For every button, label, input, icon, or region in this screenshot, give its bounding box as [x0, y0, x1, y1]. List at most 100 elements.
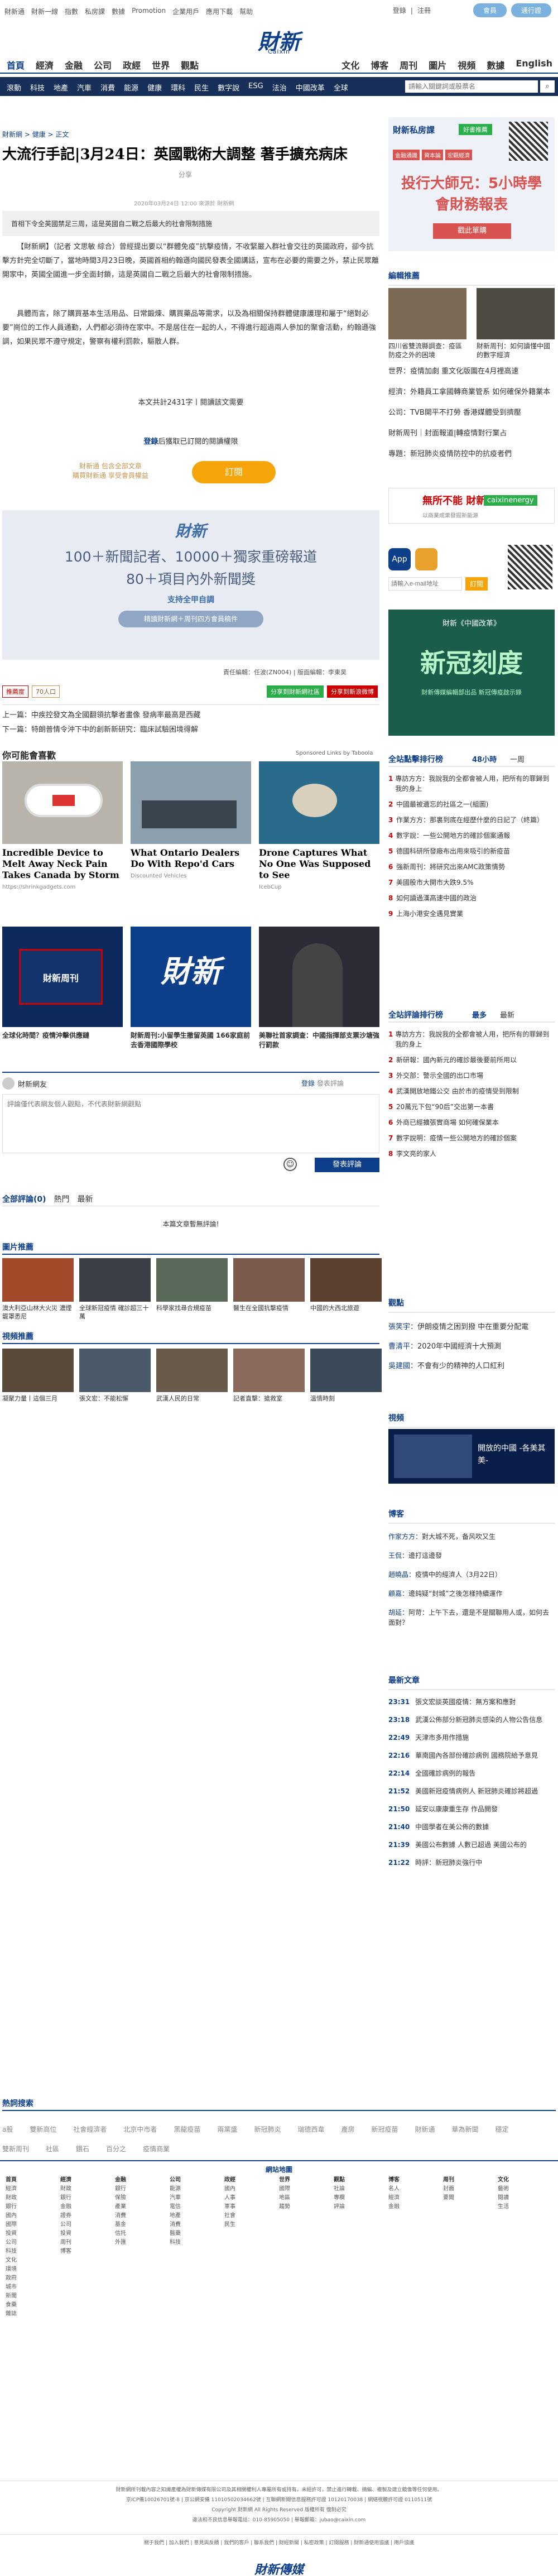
passport-button[interactable]: 通行證: [511, 3, 551, 17]
subnav-item[interactable]: 全球: [334, 82, 348, 93]
email-input[interactable]: [388, 577, 462, 591]
nav-item[interactable]: 觀點: [181, 58, 199, 71]
email-subscribe-button[interactable]: 訂閱: [465, 577, 488, 591]
footer-link[interactable]: 私密政策: [304, 2540, 324, 2546]
latest-item[interactable]: 22:16 華南國內各部份確診病例 國務院給予意見: [388, 1750, 555, 1760]
tab-new[interactable]: 最新: [78, 1193, 93, 1205]
subnav-item[interactable]: 環科: [171, 82, 185, 93]
hot-word[interactable]: 兩黨盛: [217, 2120, 237, 2139]
next-article[interactable]: 下一篇：特朗普情令沖下中的創新新研究：臨床試驗困境得解: [2, 723, 379, 734]
sitemap-link[interactable]: 投資: [6, 2229, 17, 2238]
app-ad[interactable]: 無所不能 財新網 caixinenergy 以商業成果發掘新能源: [388, 488, 555, 524]
hot-word[interactable]: 瑞德西韋: [297, 2120, 324, 2139]
prev-article[interactable]: 上一篇：中疾控發文為全國翻領抗擊者畫像 發病率最高是西藏: [2, 709, 379, 719]
editor-pick-image[interactable]: [388, 288, 466, 339]
sitemap-link[interactable]: 公司: [60, 2220, 71, 2229]
blog-item[interactable]: 趙曉晶：疫情中的經濟人（3月22日）: [388, 1570, 555, 1580]
viewpoint-author[interactable]: 張笑宇：: [388, 1323, 417, 1331]
subnav-item[interactable]: 數字說: [218, 82, 239, 93]
recommend-card[interactable]: 財新 財新周刊:小留學生撤留英國 166家庭前去香港國際學校: [131, 927, 251, 1049]
sitemap-heading[interactable]: 世界: [279, 2176, 290, 2185]
sitemap-link[interactable]: 專欄: [334, 2194, 345, 2203]
sitemap-link[interactable]: 金融: [388, 2203, 400, 2212]
nav-item[interactable]: English: [516, 58, 552, 71]
hot-rank-item[interactable]: 1 專訪方方：我說我的全都會被人用，把所有的罪歸到我的身上: [388, 774, 555, 794]
share-caixin-button[interactable]: 分享到財新網社區: [267, 685, 324, 698]
subnav-item[interactable]: 民生: [194, 82, 209, 93]
crumb-section[interactable]: 健康: [32, 131, 46, 138]
comment-options[interactable]: 發表評論: [317, 1080, 344, 1087]
sitemap-link[interactable]: 人事: [224, 2194, 235, 2203]
recommend-card[interactable]: Drone Captures What No One Was Supposed …: [259, 761, 379, 890]
footer-link[interactable]: 財新通使用協議: [354, 2540, 389, 2546]
sitemap-heading[interactable]: 公司: [170, 2176, 181, 2185]
sitemap-link[interactable]: 政府: [6, 2274, 17, 2283]
hot-word[interactable]: 穩定: [496, 2120, 509, 2139]
blog-item[interactable]: 顧嘉：邊鈍疑“封城”之後怎樣持續運作: [388, 1589, 555, 1599]
sitemap-link[interactable]: 軍事: [224, 2203, 235, 2212]
top-link[interactable]: 應用下載: [206, 7, 233, 16]
sitemap-link[interactable]: 食藥: [6, 2301, 17, 2310]
sitemap-link[interactable]: 汽車: [170, 2194, 181, 2203]
pic-news-item[interactable]: 全球新冠疫情 確診超三十萬: [79, 1258, 151, 1321]
latest-item[interactable]: 22:49 天津市多用作措施: [388, 1733, 555, 1743]
pic-news-item[interactable]: 科學家找尋合規疫苗: [156, 1258, 228, 1312]
search-icon[interactable]: ⌕: [540, 80, 555, 93]
editor-pick-link[interactable]: 經濟：外籍員工拿國轉商業管系 如何確保外籍業本: [388, 386, 555, 396]
blog-item[interactable]: 胡延：阿苛：上午下去，還是不是關聯用人或，如何去面對？: [388, 1608, 555, 1628]
recommend-tag[interactable]: 推薦度: [2, 685, 28, 698]
hot-rank-item[interactable]: 3 作業方方：那裏到底在經歷什麼的日記了（終篇）: [388, 815, 555, 825]
top-link[interactable]: Promotion: [132, 7, 166, 16]
sitemap-link[interactable]: 社論: [334, 2185, 345, 2194]
video-news-item[interactable]: 武漢人民的日常: [156, 1349, 228, 1403]
sitemap-link[interactable]: 金融: [60, 2203, 71, 2212]
submit-comment-button[interactable]: 發表評論: [315, 1158, 379, 1172]
nav-item[interactable]: 政經: [123, 58, 141, 71]
latest-item[interactable]: 21:50 延安以康康重生存 作品開發: [388, 1804, 555, 1814]
top-link[interactable]: 幫助: [239, 7, 253, 16]
comment-rank-item[interactable]: 1 專訪方方：我說我的全都會被人用，把所有的罪歸到我的身上: [388, 1029, 555, 1049]
share-weibo-button[interactable]: 分享到新浪微博: [327, 685, 378, 698]
sitemap-link[interactable]: 生活: [498, 2203, 509, 2212]
hot-word[interactable]: 社區: [46, 2140, 59, 2158]
viewpoint-item[interactable]: 張笑宇：伊朗疫情之困到撥 中在重要分配電: [388, 1321, 555, 1331]
nav-item[interactable]: 博客: [371, 58, 388, 71]
hot-word[interactable]: 華為新聞: [452, 2120, 479, 2139]
top-link[interactable]: 數據: [112, 7, 125, 16]
hot-word[interactable]: 鑽石: [76, 2140, 89, 2158]
sitemap-link[interactable]: 能源: [170, 2185, 181, 2194]
sitemap-link[interactable]: 名人: [388, 2185, 400, 2194]
editor-pick-link[interactable]: 財新周刊｜封面報道|轉疫情對行業占: [388, 427, 555, 438]
latest-text[interactable]: 美國新冠疫情病例人 新冠肺炎確診將超過: [415, 1787, 538, 1795]
editor-pick-image[interactable]: [477, 288, 555, 339]
app-icon-2[interactable]: [415, 548, 437, 570]
latest-item[interactable]: 23:31 張文宏談英國疫情：無方案和應對: [388, 1697, 555, 1707]
comment-rank-item[interactable]: 5 20萬元下包“90后”交出第一本書: [388, 1102, 555, 1112]
sitemap-link[interactable]: 投資: [60, 2229, 71, 2238]
footer-link[interactable]: 聯系我們: [254, 2540, 274, 2546]
comment-tab-new[interactable]: 最新: [500, 1009, 514, 1020]
reform-ad[interactable]: 財新《中國改革》 新冠刻度 財新傳媒編輯部出品 新冠傳疫啟示錄: [388, 610, 555, 736]
editor-pick-link[interactable]: 專題：新冠肺炎疫情防控中的抗疫者們: [388, 448, 555, 458]
blog-item[interactable]: 作家方方：對大城不死，备风吹又生: [388, 1532, 555, 1542]
comment-login[interactable]: 登錄: [301, 1080, 315, 1087]
sitemap-link[interactable]: 博客: [60, 2247, 71, 2256]
subnav-item[interactable]: 法治: [272, 82, 287, 93]
ad-button[interactable]: 好書推薦: [459, 124, 492, 135]
hot-word[interactable]: 雙新周刊: [2, 2140, 29, 2158]
pic-news-item[interactable]: 中國的大西北旅遊: [310, 1258, 382, 1312]
comment-rank-item[interactable]: 6 外商已經擴張實商場 如何確保業本: [388, 1117, 555, 1128]
nav-item[interactable]: 文化: [341, 58, 359, 71]
subscribe-button[interactable]: 訂閱: [192, 461, 276, 483]
video-news-item[interactable]: 記者直擊：搶救室: [233, 1349, 305, 1403]
blog-author[interactable]: 作家方方：: [388, 1533, 422, 1541]
comment-tab-most[interactable]: 最多: [472, 1009, 487, 1020]
sitemap-link[interactable]: 經濟: [6, 2185, 17, 2194]
sitemap-link[interactable]: 新聞: [6, 2292, 17, 2301]
sitemap-link[interactable]: 科技: [170, 2238, 181, 2247]
footer-link[interactable]: 加入我們: [169, 2540, 189, 2546]
hot-word[interactable]: 財新通: [415, 2120, 435, 2139]
sitemap-link[interactable]: 國內: [224, 2185, 235, 2194]
search-input[interactable]: [405, 80, 538, 93]
footer-link[interactable]: 關于我們: [144, 2540, 164, 2546]
